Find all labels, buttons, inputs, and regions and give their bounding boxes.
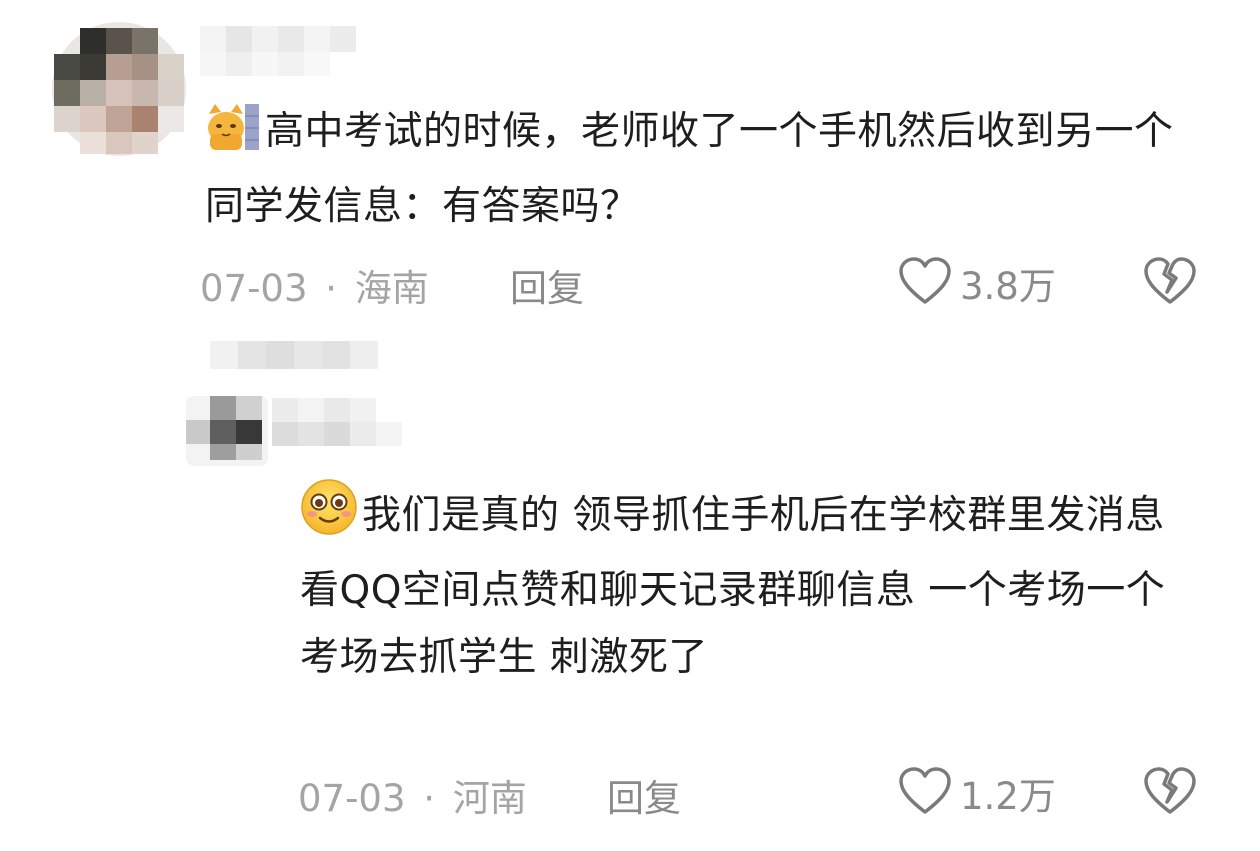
- comment-location: 海南: [354, 267, 429, 310]
- comment-body: 高中考试的时候，老师收了一个手机然后收到另一个同学发信息：有答案吗？: [205, 109, 1174, 229]
- avatar[interactable]: [52, 22, 186, 156]
- comment-body: 我们是真的 领导抓住手机后在学校群里发消息 看QQ空间点赞和聊天记录群聊信息 一…: [300, 493, 1166, 680]
- comment-date: 07-03: [298, 777, 406, 820]
- comment-date: 07-03: [200, 267, 308, 310]
- broken-heart-icon: [1143, 257, 1197, 310]
- cat-face-icon: [205, 102, 261, 173]
- heart-icon: [898, 256, 952, 310]
- dislike-button[interactable]: [1143, 256, 1197, 310]
- like-count: 1.2万: [960, 775, 1056, 818]
- username[interactable]: [272, 398, 432, 446]
- comment-text: 高中考试的时候，老师收了一个手机然后收到另一个同学发信息：有答案吗？: [205, 98, 1195, 240]
- heart-icon: [898, 766, 952, 820]
- like-button[interactable]: 3.8万: [898, 256, 1056, 310]
- like-button[interactable]: 1.2万: [898, 766, 1056, 820]
- dislike-button[interactable]: [1143, 766, 1197, 820]
- comment-location: 河南: [452, 777, 527, 820]
- reply-header: [130, 335, 430, 375]
- meta-separator: ·: [325, 267, 338, 310]
- username[interactable]: [200, 26, 410, 76]
- meta-separator: ·: [423, 777, 436, 820]
- comment-meta: 07-03 · 海南: [200, 258, 429, 312]
- reply-button[interactable]: 回复: [607, 768, 681, 822]
- comment-text: 我们是真的 领导抓住手机后在学校群里发消息 看QQ空间点赞和聊天记录群聊信息 一…: [300, 478, 1190, 691]
- reply-button[interactable]: 回复: [510, 258, 584, 312]
- like-count: 3.8万: [960, 265, 1056, 308]
- avatar[interactable]: [186, 396, 268, 466]
- smiling-face-icon: [300, 478, 358, 557]
- broken-heart-icon: [1143, 767, 1197, 820]
- comment-meta: 07-03 · 河南: [298, 768, 527, 822]
